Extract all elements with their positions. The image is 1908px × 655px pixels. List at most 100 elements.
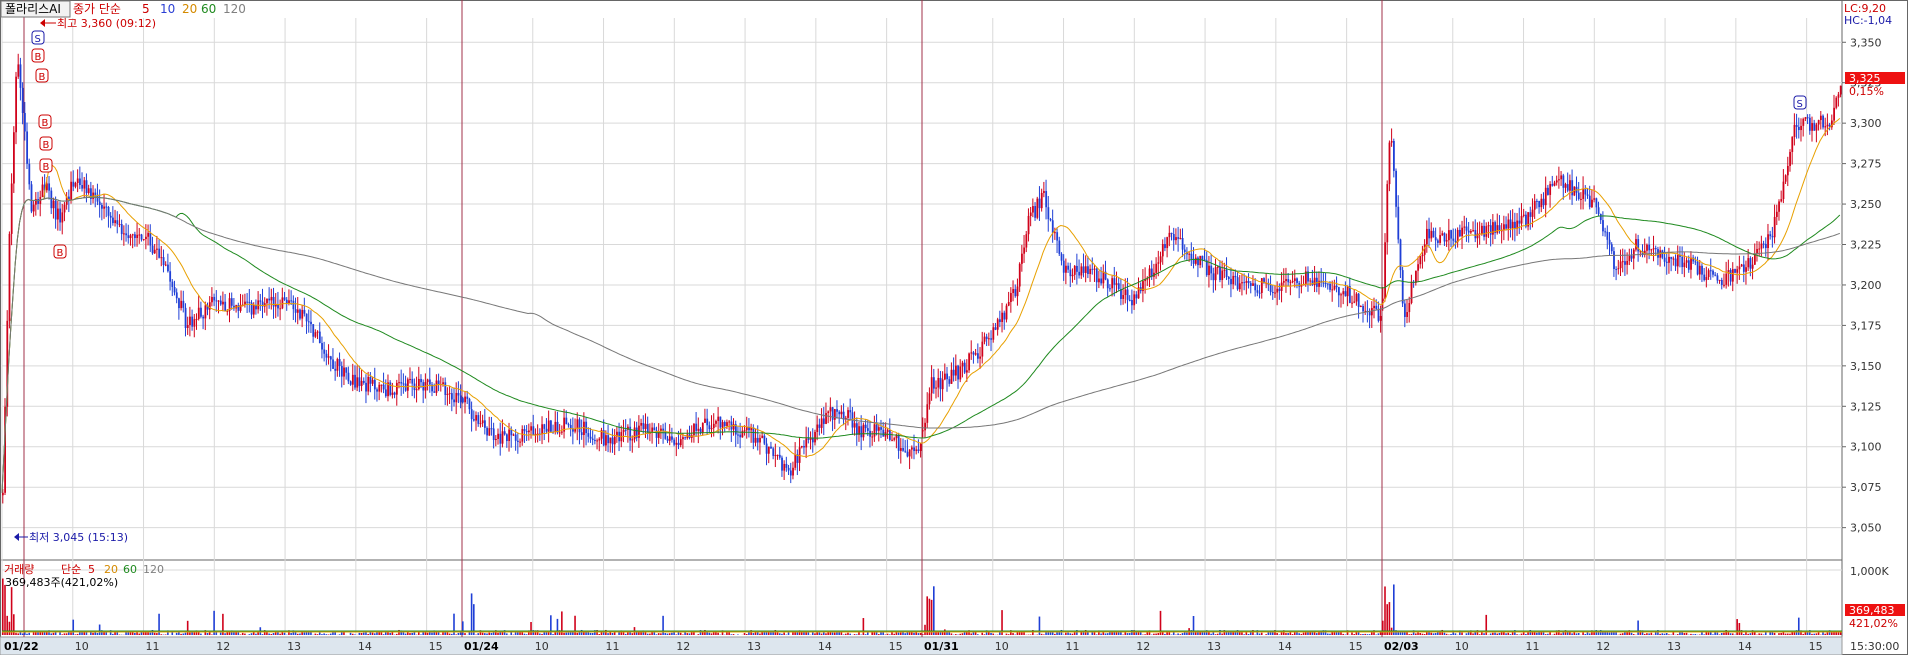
volume-bar xyxy=(1760,633,1763,635)
candle-body xyxy=(948,379,951,384)
candle-body xyxy=(530,426,533,431)
candle-body xyxy=(829,407,832,412)
candle-body xyxy=(1705,277,1708,281)
candle-body xyxy=(831,407,834,420)
candle-body xyxy=(677,442,680,446)
volume-bar xyxy=(261,634,264,635)
candle-body xyxy=(512,434,515,436)
candle-body xyxy=(1740,264,1743,267)
volume-bar xyxy=(1181,633,1184,635)
volume-bar xyxy=(886,633,889,635)
volume-bar xyxy=(180,633,182,635)
volume-bar xyxy=(402,632,405,635)
candle-body xyxy=(675,442,678,445)
volume-bar xyxy=(1815,633,1818,635)
candle-body xyxy=(783,463,786,471)
candle-body xyxy=(1584,189,1587,195)
volume-bar xyxy=(924,624,926,635)
candle-body xyxy=(107,207,110,216)
candle-body xyxy=(1646,244,1648,251)
x-tick-label: 11 xyxy=(1066,640,1080,653)
candle-body xyxy=(426,379,429,383)
x-tick-label: 01/22 xyxy=(4,640,39,653)
x-tick-label: 14 xyxy=(1738,640,1752,653)
volume-bar xyxy=(17,633,20,635)
candle-body xyxy=(279,308,282,310)
candle-body xyxy=(1769,234,1772,237)
candle-body xyxy=(129,235,132,239)
candle-body xyxy=(389,382,392,395)
volume-bar xyxy=(1203,632,1206,635)
volume-bar xyxy=(836,632,838,635)
candle-body xyxy=(908,449,911,457)
candle-body xyxy=(224,301,227,312)
candle-body xyxy=(1668,256,1670,263)
candle-body xyxy=(1736,269,1739,273)
candle-body xyxy=(708,425,711,430)
candle-body xyxy=(510,429,513,436)
candle-body xyxy=(941,379,944,390)
candle-body xyxy=(281,297,284,309)
candle-body xyxy=(338,359,341,366)
candle-body xyxy=(1696,261,1699,275)
volume-bar xyxy=(248,634,251,635)
candle-body xyxy=(719,416,722,428)
candle-body xyxy=(490,428,493,430)
volume-bar xyxy=(1758,633,1760,635)
candle-body xyxy=(1544,187,1547,206)
candle-body xyxy=(1269,284,1272,292)
stock-name[interactable]: 폴라리스AI xyxy=(5,2,61,16)
candle-body xyxy=(739,434,742,438)
volume-bar xyxy=(448,633,451,635)
candle-body xyxy=(101,204,103,209)
candle-body xyxy=(314,332,317,337)
volume-bar xyxy=(1560,633,1562,635)
volume-bar xyxy=(10,587,13,635)
volume-bar xyxy=(1826,632,1829,635)
volume-bar xyxy=(506,633,508,635)
candle-body xyxy=(1586,194,1589,196)
candle-body xyxy=(981,341,984,357)
candle-body xyxy=(54,200,57,220)
volume-bar xyxy=(811,632,814,635)
volume-bar xyxy=(563,632,565,635)
volume-bar xyxy=(873,632,876,635)
candle-body xyxy=(277,304,279,309)
volume-bar xyxy=(481,632,484,635)
candle-body xyxy=(2,492,4,496)
volume-bar xyxy=(926,596,929,635)
candle-body xyxy=(105,206,108,208)
candle-body xyxy=(1397,206,1400,240)
candle-body xyxy=(807,438,810,440)
candle-body xyxy=(657,430,660,438)
candle-body xyxy=(1098,278,1100,283)
volume-bar xyxy=(1659,633,1661,635)
candle-body xyxy=(1095,268,1098,283)
candlestick-chart[interactable]: 3,350 3,325 3,300 3,275 3,250 3,225 3,200 3,175… xyxy=(0,0,1908,655)
candle-body xyxy=(913,447,915,452)
candle-body xyxy=(26,131,29,164)
volume-bar xyxy=(1029,634,1032,635)
x-tick-label: 02/03 xyxy=(1384,640,1419,653)
candle-body xyxy=(1837,94,1840,98)
candle-body xyxy=(1073,265,1076,275)
candle-body xyxy=(1245,280,1248,283)
volume-bar xyxy=(688,633,691,635)
volume-bar xyxy=(1520,633,1523,635)
volume-bar xyxy=(1643,633,1646,635)
candle-body xyxy=(1419,256,1422,265)
volume-bar xyxy=(490,632,493,635)
candle-body xyxy=(94,192,97,196)
volume-bar xyxy=(1260,632,1263,635)
candle-body xyxy=(1131,300,1133,306)
candle-body xyxy=(1514,221,1516,229)
volume-bar xyxy=(189,632,191,635)
volume-bar xyxy=(1747,633,1749,635)
candle-body xyxy=(679,439,682,446)
x-tick-label: 12 xyxy=(676,640,690,653)
candle-body xyxy=(587,433,590,437)
volume-bar xyxy=(585,632,587,635)
high-annotation: 최고 3,360 (09:12) xyxy=(40,17,156,30)
candle-body xyxy=(1582,189,1585,199)
volume-bar xyxy=(138,633,141,635)
